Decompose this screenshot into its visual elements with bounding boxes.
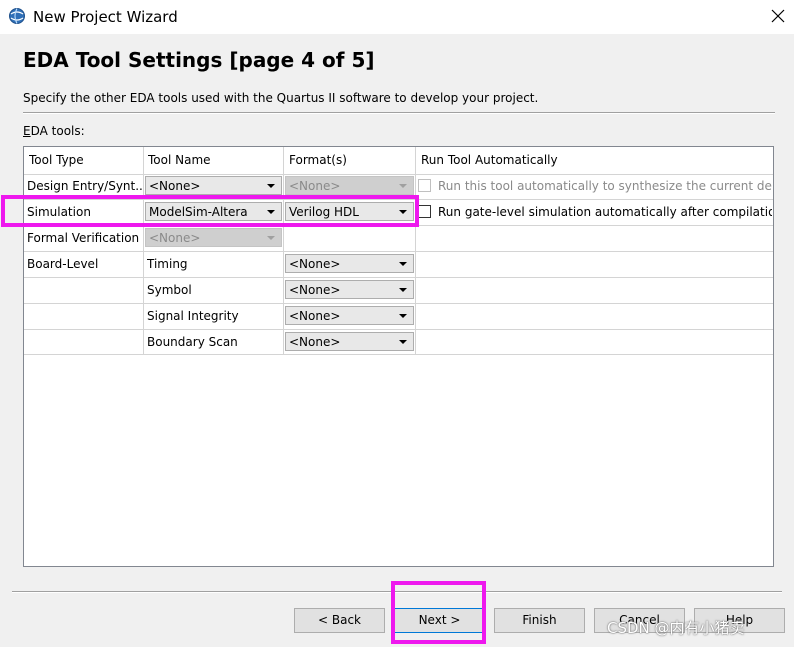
window-titlebar: New Project Wizard xyxy=(0,0,794,34)
signal-integrity-format-value: <None> xyxy=(289,309,341,323)
chevron-down-icon xyxy=(399,184,407,188)
design-entry-format-select: <None> xyxy=(285,176,414,195)
column-header-formats: Format(s) xyxy=(289,153,347,167)
chevron-down-icon xyxy=(399,210,407,214)
header-divider xyxy=(23,112,775,114)
board-level-timing-name: Timing xyxy=(147,257,188,271)
column-header-tool-type: Tool Type xyxy=(29,153,84,167)
row-design-entry-type: Design Entry/Synt... xyxy=(27,179,142,193)
back-button-label: < Back xyxy=(317,613,361,627)
formal-verification-tool-select: <None> xyxy=(145,228,282,247)
finish-button-label: Finish xyxy=(522,613,557,627)
grid-line xyxy=(24,199,773,200)
signal-integrity-format-select[interactable]: <None> xyxy=(285,306,414,325)
simulation-format-value: Verilog HDL xyxy=(289,205,359,219)
window-title: New Project Wizard xyxy=(33,8,178,26)
chevron-down-icon xyxy=(399,262,407,266)
design-entry-format-value: <None> xyxy=(289,179,341,193)
page-title: EDA Tool Settings [page 4 of 5] xyxy=(23,48,375,72)
back-button[interactable]: < Back xyxy=(294,608,385,633)
close-icon[interactable] xyxy=(768,6,788,26)
symbol-format-select[interactable]: <None> xyxy=(285,280,414,299)
simulation-tool-select[interactable]: ModelSim-Altera xyxy=(145,202,282,221)
next-button[interactable]: Next > xyxy=(394,608,485,633)
boundary-scan-format-select[interactable]: <None> xyxy=(285,332,414,351)
chevron-down-icon xyxy=(267,210,275,214)
row-simulation-type: Simulation xyxy=(27,205,91,219)
watermark: CSDN @内有小猪卖 xyxy=(607,619,745,637)
page-description: Specify the other EDA tools used with th… xyxy=(23,91,539,105)
timing-format-value: <None> xyxy=(289,257,341,271)
grid-line xyxy=(24,251,773,252)
symbol-format-value: <None> xyxy=(289,283,341,297)
board-level-symbol-name: Symbol xyxy=(147,283,192,297)
boundary-scan-format-value: <None> xyxy=(289,335,341,349)
grid-line xyxy=(24,354,773,355)
quartus-globe-icon xyxy=(9,8,25,24)
simulation-format-select[interactable]: Verilog HDL xyxy=(285,202,414,221)
eda-tools-label: EDA tools: xyxy=(23,124,85,138)
design-entry-tool-value: <None> xyxy=(149,179,201,193)
next-button-label: Next > xyxy=(418,613,461,627)
column-header-run-auto: Run Tool Automatically xyxy=(421,153,558,167)
chevron-down-icon xyxy=(267,184,275,188)
grid-line xyxy=(24,277,773,278)
grid-line xyxy=(24,225,773,226)
row-board-level-type: Board-Level xyxy=(27,257,99,271)
column-header-tool-name: Tool Name xyxy=(148,153,211,167)
simulation-run-auto-label: Run gate-level simulation automatically … xyxy=(438,205,772,219)
chevron-down-icon xyxy=(399,314,407,318)
timing-format-select[interactable]: <None> xyxy=(285,254,414,273)
row-formal-verification-type: Formal Verification xyxy=(27,231,140,245)
eda-tools-label-mnemonic: E xyxy=(23,124,31,138)
finish-button[interactable]: Finish xyxy=(494,608,585,633)
chevron-down-icon xyxy=(267,236,275,240)
grid-line xyxy=(24,174,773,175)
simulation-tool-value: ModelSim-Altera xyxy=(149,205,248,219)
board-level-boundary-scan-name: Boundary Scan xyxy=(147,335,238,349)
wizard-header: EDA Tool Settings [page 4 of 5] Specify … xyxy=(0,34,794,121)
chevron-down-icon xyxy=(399,340,407,344)
design-entry-tool-select[interactable]: <None> xyxy=(145,176,282,195)
design-entry-run-auto-checkbox xyxy=(418,179,431,192)
grid-line xyxy=(24,303,773,304)
formal-verification-tool-value: <None> xyxy=(149,231,201,245)
design-entry-run-auto-label: Run this tool automatically to synthesiz… xyxy=(438,179,772,193)
simulation-run-auto-checkbox[interactable] xyxy=(418,205,431,218)
eda-tools-table[interactable]: Tool Type Tool Name Format(s) Run Tool A… xyxy=(23,146,774,567)
eda-tools-label-text: DA tools: xyxy=(30,124,85,138)
chevron-down-icon xyxy=(399,288,407,292)
footer-divider xyxy=(12,591,782,593)
grid-line xyxy=(24,329,773,330)
board-level-signal-integrity-name: Signal Integrity xyxy=(147,309,239,323)
